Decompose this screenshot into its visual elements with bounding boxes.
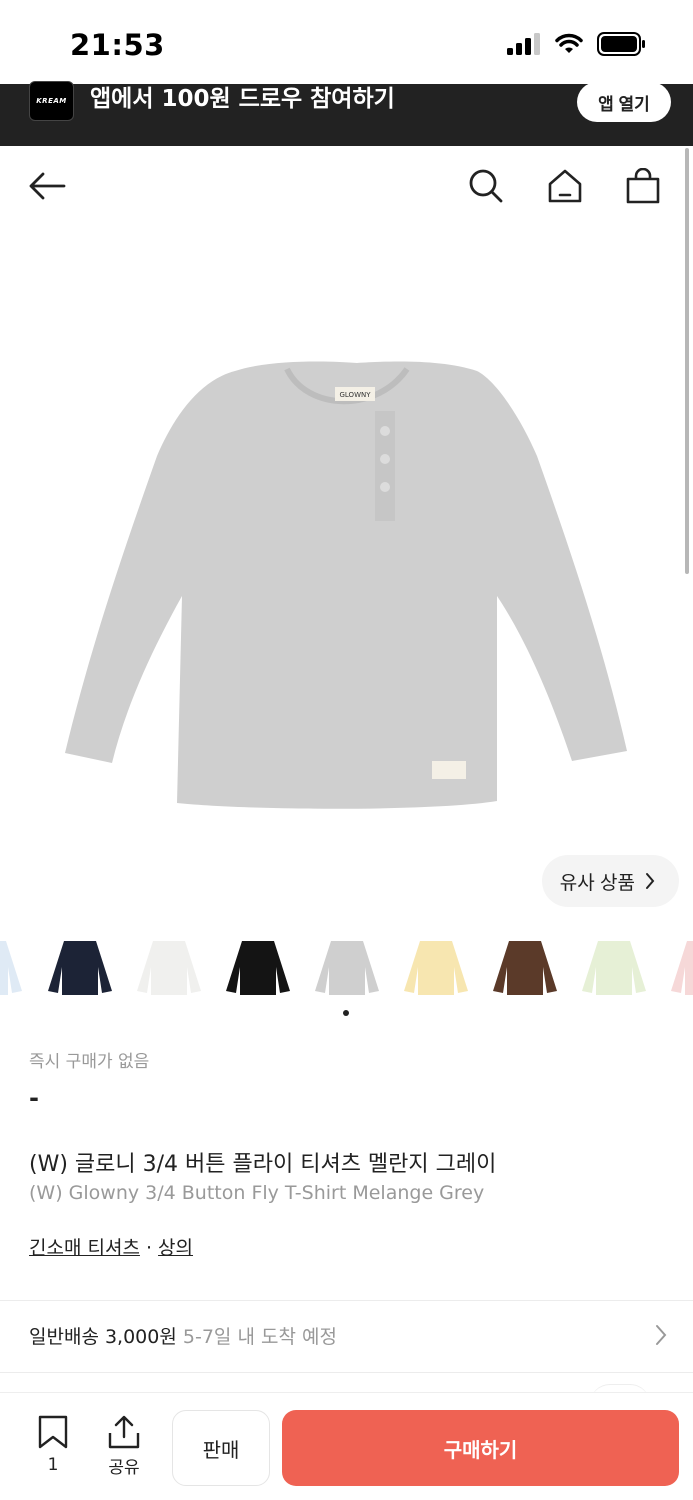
chevron-right-icon	[646, 873, 655, 889]
share-icon	[108, 1415, 140, 1449]
thumbnail-shirt-shape	[48, 941, 112, 995]
delivery-text: 일반배송 3,000원 5-7일 내 도착 예정	[29, 1322, 337, 1349]
delivery-info-row[interactable]: 일반배송 3,000원 5-7일 내 도착 예정	[0, 1300, 693, 1372]
shopping-bag-icon[interactable]	[623, 166, 663, 206]
wifi-icon	[555, 33, 583, 53]
product-title-korean: (W) 글로니 3/4 버튼 플라이 티셔츠 멜란지 그레이	[29, 1152, 497, 1177]
category-link-tops[interactable]: 상의	[158, 1237, 193, 1259]
delivery-main: 일반배송 3,000원	[29, 1326, 177, 1348]
category-link-long-sleeve[interactable]: 긴소매 티셔츠	[29, 1237, 140, 1259]
buy-button[interactable]: 구매하기	[282, 1410, 679, 1486]
similar-products-label: 유사 상품	[559, 872, 635, 894]
nav-header	[0, 146, 693, 226]
thumbnail-shirt-shape	[404, 941, 468, 995]
product-title-english: (W) Glowny 3/4 Button Fly T-Shirt Melang…	[29, 1182, 485, 1204]
category-breadcrumb: 긴소매 티셔츠 · 상의	[29, 1233, 193, 1260]
bookmark-button[interactable]: 1	[30, 1415, 76, 1485]
app-download-banner[interactable]: KREAM 앱에서 100원 드로우 참여하기 앱 열기	[0, 81, 693, 146]
back-arrow-icon[interactable]	[27, 166, 67, 206]
thumbnail-item[interactable]	[0, 937, 26, 997]
thumbnail-item[interactable]	[400, 937, 472, 997]
thumbnail-shirt-shape	[0, 941, 22, 995]
shirt-illustration: GLOWNY	[64, 361, 627, 809]
price-value: -	[29, 1084, 39, 1112]
thumbnail-shirt-shape	[582, 941, 646, 995]
thumbnail-shirt-shape	[137, 941, 201, 995]
chevron-right-icon	[656, 1325, 667, 1345]
delivery-eta: 5-7일 내 도착 예정	[182, 1326, 337, 1348]
thumbnail-shirt-shape	[226, 941, 290, 995]
thumbnail-item[interactable]	[222, 937, 294, 997]
product-image[interactable]: GLOWNY	[0, 226, 693, 926]
share-label: 공유	[108, 1458, 140, 1478]
category-separator: ·	[139, 1237, 159, 1259]
carousel-page-indicator	[343, 1010, 349, 1016]
similar-products-button[interactable]: 유사 상품	[541, 855, 679, 907]
thumbnail-item[interactable]	[489, 937, 561, 997]
banner-text: 앱에서 100원 드로우 참여하기	[90, 86, 395, 112]
bookmark-count: 1	[47, 1455, 59, 1475]
divider	[0, 1372, 693, 1373]
status-bar: 21:53	[0, 0, 693, 84]
sell-button[interactable]: 판매	[172, 1410, 270, 1486]
status-icons	[507, 32, 647, 56]
battery-icon	[597, 32, 645, 56]
bottom-action-bar: 1 공유 판매 구매하기	[0, 1392, 693, 1500]
home-icon[interactable]	[545, 166, 585, 206]
thumbnail-shirt-shape	[671, 941, 693, 995]
thumbnail-item-selected[interactable]	[311, 937, 383, 997]
color-thumbnail-strip	[0, 935, 693, 1001]
share-button[interactable]: 공유	[98, 1415, 150, 1485]
thumbnail-item[interactable]	[578, 937, 650, 997]
signal-icon	[507, 33, 540, 55]
search-icon[interactable]	[466, 166, 506, 206]
shirt-brand-label: GLOWNY	[339, 391, 371, 399]
kream-logo: KREAM	[29, 81, 74, 121]
thumbnail-item[interactable]	[133, 937, 205, 997]
status-time: 21:53	[70, 28, 165, 62]
thumbnail-shirt-shape	[493, 941, 557, 995]
thumbnail-item[interactable]	[667, 937, 693, 997]
thumbnail-item[interactable]	[44, 937, 116, 997]
thumbnail-shirt-shape	[315, 941, 379, 995]
open-app-button[interactable]: 앱 열기	[577, 82, 671, 122]
price-label: 즉시 구매가 없음	[29, 1052, 150, 1072]
bookmark-icon	[38, 1415, 68, 1449]
